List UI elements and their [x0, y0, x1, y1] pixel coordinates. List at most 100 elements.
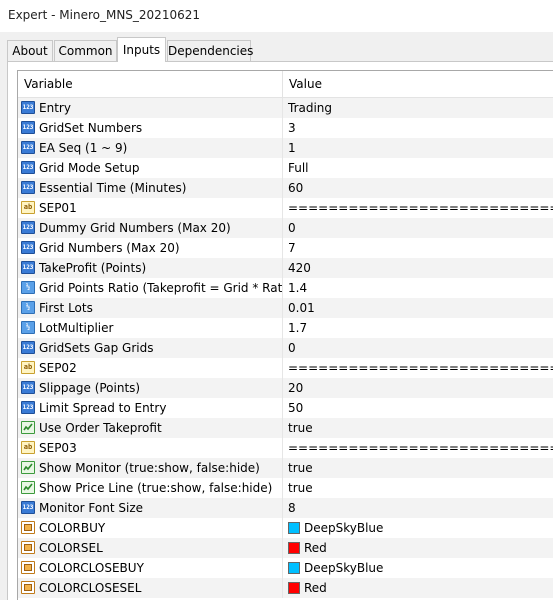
- variable-label: Grid Mode Setup: [39, 161, 140, 175]
- value-cell[interactable]: ====================================: [283, 358, 553, 378]
- value-text: 7: [288, 241, 296, 255]
- table-row[interactable]: ab SEP03 =================================…: [18, 438, 553, 458]
- table-row[interactable]: 123 EA Seq (1 ~ 9) 1: [18, 138, 553, 158]
- table-row[interactable]: ½ Grid Points Ratio (Takeprofit = Grid * …: [18, 278, 553, 298]
- value-cell[interactable]: 60: [283, 178, 553, 198]
- table-row[interactable]: 123 Limit Spread to Entry 50: [18, 398, 553, 418]
- variable-label: First Lots: [39, 301, 93, 315]
- variable-cell: ½ Grid Points Ratio (Takeprofit = Grid * …: [18, 278, 283, 298]
- variable-cell: 123 TakeProfit (Points): [18, 258, 283, 278]
- variable-cell: ab SEP02: [18, 358, 283, 378]
- value-cell[interactable]: true: [283, 418, 553, 438]
- tab-about[interactable]: About: [7, 40, 53, 61]
- table-row[interactable]: 123 Essential Time (Minutes) 60: [18, 178, 553, 198]
- variable-cell: 123 Grid Mode Setup: [18, 158, 283, 178]
- table-row[interactable]: 123 Slippage (Points) 20: [18, 378, 553, 398]
- bool-icon: [21, 461, 35, 474]
- variable-label: GridSet Numbers: [39, 121, 143, 135]
- value-cell[interactable]: Trading: [283, 98, 553, 118]
- table-row[interactable]: 123 TakeProfit (Points) 420: [18, 258, 553, 278]
- variable-label: SEP01: [39, 201, 77, 215]
- double-icon: ½: [21, 281, 35, 294]
- value-cell[interactable]: 420: [283, 258, 553, 278]
- value-cell[interactable]: 8: [283, 498, 553, 518]
- table-row[interactable]: 123 Dummy Grid Numbers (Max 20) 0: [18, 218, 553, 238]
- table-row[interactable]: 123 Grid Mode Setup Full: [18, 158, 553, 178]
- tab-common[interactable]: Common: [54, 40, 117, 61]
- value-cell[interactable]: Red: [283, 538, 553, 558]
- column-header-value[interactable]: Value: [283, 71, 553, 97]
- value-text: 1.4: [288, 281, 308, 295]
- table-row[interactable]: ½ LotMultiplier 1.7: [18, 318, 553, 338]
- value-text: Red: [304, 541, 327, 555]
- table-row[interactable]: COLORBUY DeepSkyBlue: [18, 518, 553, 538]
- table-row[interactable]: ½ First Lots 0.01: [18, 298, 553, 318]
- value-cell[interactable]: 1.4: [283, 278, 553, 298]
- value-cell[interactable]: 7: [283, 238, 553, 258]
- tab-inputs[interactable]: Inputs: [117, 37, 166, 62]
- value-text: 20: [288, 381, 304, 395]
- value-cell[interactable]: Full: [283, 158, 553, 178]
- value-cell[interactable]: 0: [283, 338, 553, 358]
- value-text: 50: [288, 401, 304, 415]
- int-icon: 123: [21, 161, 35, 174]
- table-row[interactable]: Show Price Line (true:show, false:hide) t…: [18, 478, 553, 498]
- value-cell[interactable]: DeepSkyBlue: [283, 518, 553, 538]
- int-icon: 123: [21, 501, 35, 514]
- double-icon: ½: [21, 301, 35, 314]
- value-cell[interactable]: ====================================: [283, 198, 553, 218]
- color-icon: [21, 561, 35, 574]
- variable-label: TakeProfit (Points): [39, 261, 147, 275]
- color-icon: [21, 521, 35, 534]
- value-cell[interactable]: ====================================: [283, 438, 553, 458]
- table-row[interactable]: COLORCLOSESEL Red: [18, 578, 553, 598]
- variable-label: Limit Spread to Entry: [39, 401, 167, 415]
- int-icon: 123: [21, 141, 35, 154]
- value-text: 1.7: [288, 321, 308, 335]
- variable-cell: COLORBUY: [18, 518, 283, 538]
- color-swatch: [288, 582, 300, 594]
- int-icon: 123: [21, 221, 35, 234]
- table-row[interactable]: COLORCLOSEBUY DeepSkyBlue: [18, 558, 553, 578]
- column-header-variable[interactable]: Variable: [18, 71, 283, 97]
- table-row[interactable]: 123 GridSets Gap Grids 0: [18, 338, 553, 358]
- string-icon: ab: [21, 361, 35, 374]
- value-cell[interactable]: true: [283, 458, 553, 478]
- value-cell[interactable]: 20: [283, 378, 553, 398]
- variable-label: COLORBUY: [39, 521, 106, 535]
- table-header: Variable Value: [18, 71, 553, 98]
- table-row[interactable]: 123 GridSet Numbers 3: [18, 118, 553, 138]
- table-row[interactable]: Use Order Takeprofit true: [18, 418, 553, 438]
- variable-cell: 123 Dummy Grid Numbers (Max 20): [18, 218, 283, 238]
- tab-dependencies[interactable]: Dependencies: [167, 40, 253, 61]
- variable-cell: ab SEP01: [18, 198, 283, 218]
- value-cell[interactable]: Red: [283, 578, 553, 598]
- value-text: 0.01: [288, 301, 315, 315]
- value-text: ====================================: [288, 201, 553, 215]
- value-cell[interactable]: 1.7: [283, 318, 553, 338]
- variable-cell: Show Monitor (true:show, false:hide): [18, 458, 283, 478]
- inputs-table: Variable Value 123 Entry Trading 123 GridSet…: [17, 70, 553, 600]
- table-row[interactable]: ab SEP01 =================================…: [18, 198, 553, 218]
- table-row[interactable]: Show Monitor (true:show, false:hide) true: [18, 458, 553, 478]
- value-cell[interactable]: true: [283, 478, 553, 498]
- color-swatch: [288, 562, 300, 574]
- color-icon: [21, 541, 35, 554]
- variable-label: COLORSEL: [39, 541, 103, 555]
- variable-label: SEP03: [39, 441, 77, 455]
- value-cell[interactable]: 3: [283, 118, 553, 138]
- table-row[interactable]: COLORSEL Red: [18, 538, 553, 558]
- bool-icon: [21, 421, 35, 434]
- table-row[interactable]: 123 Entry Trading: [18, 98, 553, 118]
- table-row[interactable]: 123 Monitor Font Size 8: [18, 498, 553, 518]
- table-row[interactable]: ab SEP02 =================================…: [18, 358, 553, 378]
- value-text: true: [288, 481, 313, 495]
- value-cell[interactable]: 0.01: [283, 298, 553, 318]
- value-cell[interactable]: 1: [283, 138, 553, 158]
- value-cell[interactable]: DeepSkyBlue: [283, 558, 553, 578]
- variable-label: SEP02: [39, 361, 77, 375]
- table-row[interactable]: 123 Grid Numbers (Max 20) 7: [18, 238, 553, 258]
- variable-label: Use Order Takeprofit: [39, 421, 162, 435]
- value-cell[interactable]: 0: [283, 218, 553, 238]
- value-cell[interactable]: 50: [283, 398, 553, 418]
